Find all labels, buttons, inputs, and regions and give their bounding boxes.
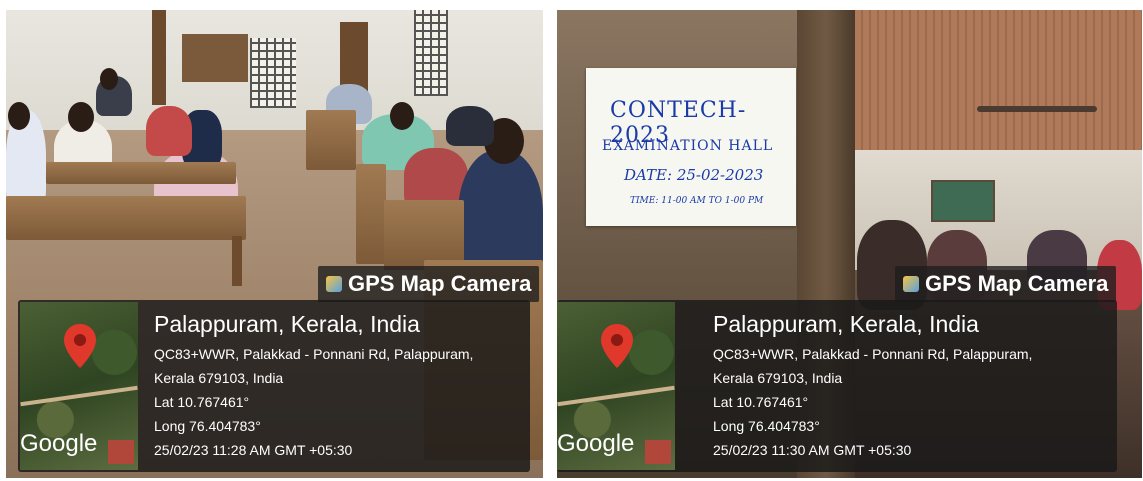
google-logo: Google — [20, 430, 98, 457]
left-photo: GPS Map Camera Google Palappuram, Kerala… — [6, 10, 543, 478]
cupboard — [182, 34, 248, 82]
camera-icon — [903, 276, 919, 292]
gps-text-block: Palappuram, Kerala, India QC83+WWR, Pala… — [154, 310, 473, 462]
address-line-2: Kerala 679103, India — [154, 370, 284, 386]
address-line-1: QC83+WWR, Palakkad - Ponnani Rd, Palappu… — [154, 346, 474, 362]
exam-hall-notice: CONTECH-2023 EXAMINATION HALL DATE: 25-0… — [586, 68, 796, 226]
location-pin-icon — [64, 324, 96, 368]
map-thumbnail: Google — [20, 302, 138, 470]
location-pin-icon — [601, 324, 633, 368]
bench — [6, 196, 246, 240]
student — [446, 106, 494, 146]
map-road — [20, 385, 138, 407]
notice-time: TIME: 11-00 AM TO 1-00 PM — [630, 196, 764, 206]
camera-icon — [326, 276, 342, 292]
student-head — [100, 68, 118, 90]
bench-leg — [232, 236, 242, 286]
door — [152, 10, 166, 105]
window — [250, 38, 296, 108]
student — [146, 106, 192, 156]
longitude: Long 76.404783° — [713, 418, 820, 434]
notice-date: DATE: 25-02-2023 — [624, 166, 764, 184]
right-photo: CONTECH-2023 EXAMINATION HALL DATE: 25-0… — [557, 10, 1142, 478]
timestamp: 25/02/23 11:28 AM GMT +05:30 — [154, 442, 353, 458]
address-line-1: QC83+WWR, Palakkad - Ponnani Rd, Palappu… — [713, 346, 1033, 362]
map-thumbnail: Google — [557, 302, 675, 470]
bench — [46, 162, 236, 184]
gps-map-camera-badge: GPS Map Camera — [895, 266, 1117, 302]
map-building — [645, 440, 671, 464]
gps-map-camera-badge: GPS Map Camera — [318, 266, 540, 302]
location-title: Palappuram, Kerala, India — [713, 311, 979, 337]
ceiling — [855, 10, 1142, 160]
gps-text-block: Palappuram, Kerala, India QC83+WWR, Pala… — [713, 310, 1032, 462]
google-logo: Google — [557, 430, 635, 457]
gps-info-panel: Google Palappuram, Kerala, India QC83+WW… — [18, 300, 530, 472]
bench — [356, 164, 386, 264]
address-line-2: Kerala 679103, India — [713, 370, 843, 386]
location-title: Palappuram, Kerala, India — [154, 311, 420, 337]
student-head — [390, 102, 414, 130]
window — [414, 10, 448, 96]
student-head — [68, 102, 94, 132]
latitude: Lat 10.767461° — [713, 394, 809, 410]
ceiling-fan — [977, 106, 1097, 112]
longitude: Long 76.404783° — [154, 418, 261, 434]
map-building — [108, 440, 134, 464]
student-head — [8, 102, 30, 130]
notice-subtitle: EXAMINATION HALL — [602, 138, 774, 154]
chalkboard — [931, 180, 995, 222]
timestamp: 25/02/23 11:30 AM GMT +05:30 — [713, 442, 912, 458]
gps-info-panel: Google Palappuram, Kerala, India QC83+WW… — [557, 300, 1117, 472]
badge-label: GPS Map Camera — [348, 271, 532, 296]
bench — [306, 110, 356, 170]
badge-label: GPS Map Camera — [925, 271, 1109, 296]
map-road — [557, 385, 675, 407]
latitude: Lat 10.767461° — [154, 394, 250, 410]
